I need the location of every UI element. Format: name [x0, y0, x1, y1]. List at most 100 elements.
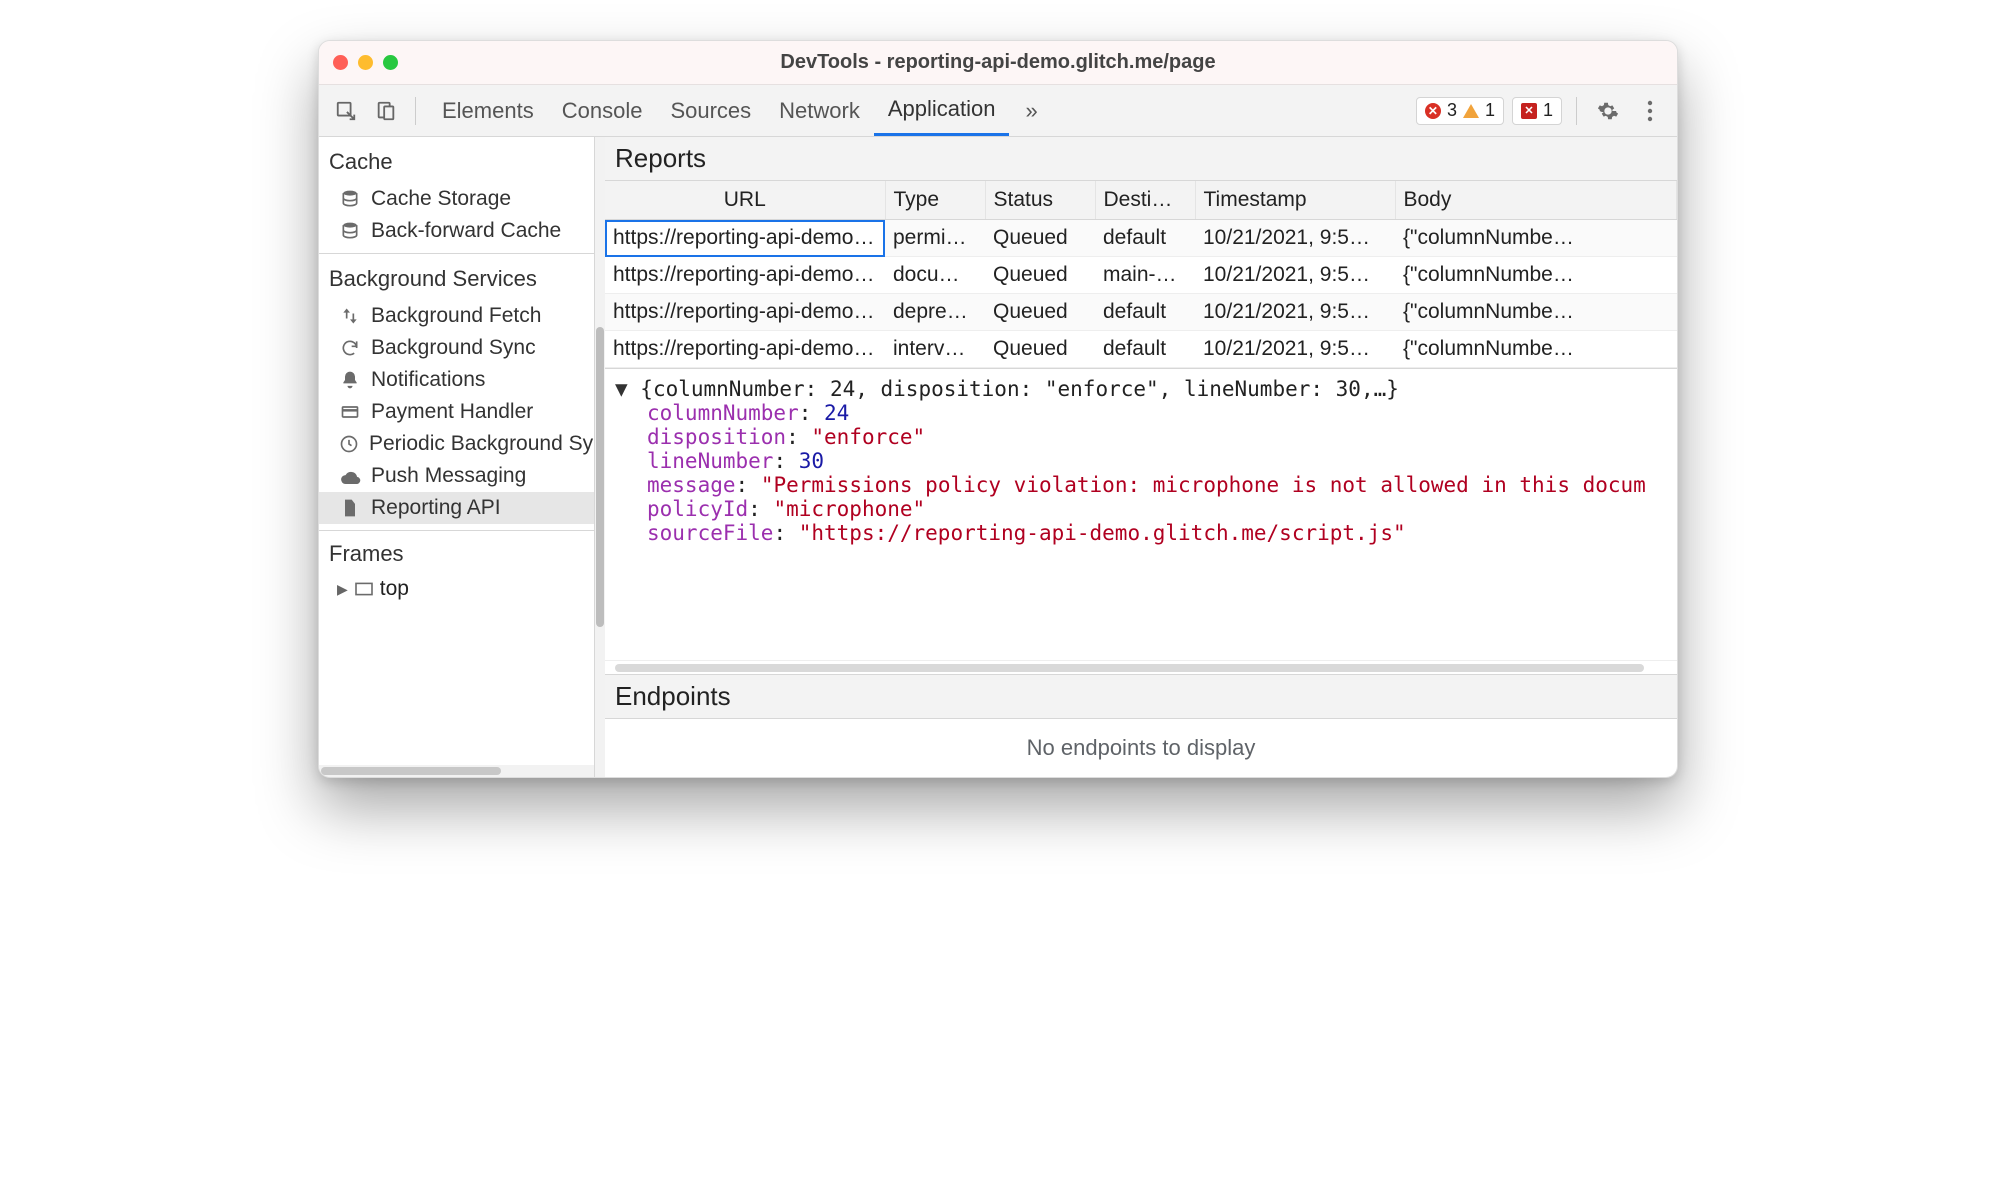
inspect-element-icon[interactable]: [329, 94, 363, 128]
expand-triangle-icon[interactable]: ▶: [337, 581, 348, 598]
minimize-window-button[interactable]: [358, 55, 373, 70]
detail-property-row[interactable]: sourceFile: "https://reporting-api-demo.…: [615, 521, 1667, 545]
sidebar-horizontal-scrollbar[interactable]: [319, 765, 594, 777]
column-header[interactable]: Timestamp: [1195, 181, 1395, 220]
arrows-updown-icon: [339, 305, 361, 327]
detail-property-row[interactable]: message: "Permissions policy violation: …: [615, 473, 1667, 497]
cell-status: Queued: [985, 220, 1095, 257]
maximize-window-button[interactable]: [383, 55, 398, 70]
property-key: columnNumber: [647, 401, 799, 425]
column-header[interactable]: Body: [1395, 181, 1677, 220]
cell-type: docu…: [885, 257, 985, 294]
cell-status: Queued: [985, 257, 1095, 294]
sidebar-item-label: Background Fetch: [371, 304, 541, 328]
frames-title: Frames: [329, 541, 584, 573]
property-value: "microphone": [773, 497, 925, 521]
cell-dest: default: [1095, 220, 1195, 257]
cell-url: https://reporting-api-demo…: [605, 294, 885, 331]
warning-count: 1: [1485, 100, 1495, 121]
tab-sources[interactable]: Sources: [656, 86, 765, 136]
sidebar-item-payment-handler[interactable]: Payment Handler: [319, 396, 594, 428]
tab-label: Application: [888, 96, 996, 122]
sidebar-item-label: Payment Handler: [371, 400, 533, 424]
sidebar-item-cache-storage[interactable]: Cache Storage: [319, 183, 594, 215]
tab-label: Sources: [670, 98, 751, 124]
cell-body: {"columnNumbe…: [1395, 294, 1677, 331]
cell-body: {"columnNumbe…: [1395, 257, 1677, 294]
reports-table: URLTypeStatusDesti…TimestampBody https:/…: [605, 181, 1677, 368]
cell-dest: default: [1095, 331, 1195, 368]
sidebar-item-label: Notifications: [371, 368, 485, 392]
sidebar-item-label: Cache Storage: [371, 187, 511, 211]
report-detail-view: ▼ {columnNumber: 24, disposition: "enfor…: [605, 368, 1677, 660]
sidebar-item-label: Background Sync: [371, 336, 536, 360]
tab-network[interactable]: Network: [765, 86, 874, 136]
table-row[interactable]: https://reporting-api-demo…interv…Queued…: [605, 331, 1677, 368]
column-header[interactable]: Type: [885, 181, 985, 220]
property-value: 24: [824, 401, 849, 425]
cell-ts: 10/21/2021, 9:5…: [1195, 220, 1395, 257]
main-split: CacheCache StorageBack-forward CacheBack…: [319, 137, 1677, 777]
table-row[interactable]: https://reporting-api-demo…depre…Queuedd…: [605, 294, 1677, 331]
column-header[interactable]: Status: [985, 181, 1095, 220]
frame-top-item[interactable]: ▶ top: [329, 573, 584, 605]
column-header[interactable]: URL: [605, 181, 885, 220]
more-tabs-button[interactable]: »: [1015, 98, 1047, 124]
disclosure-triangle-icon[interactable]: ▼: [615, 377, 640, 401]
sidebar-item-background-sync[interactable]: Background Sync: [319, 332, 594, 364]
frames-section: Frames ▶ top: [319, 531, 594, 615]
detail-horizontal-scrollbar[interactable]: [605, 660, 1677, 674]
tab-console[interactable]: Console: [548, 86, 657, 136]
error-count: 3: [1447, 100, 1457, 121]
warning-icon: [1463, 103, 1479, 119]
property-key: lineNumber: [647, 449, 773, 473]
issues-badge[interactable]: ✕ 1: [1512, 97, 1562, 125]
close-window-button[interactable]: [333, 55, 348, 70]
tab-elements[interactable]: Elements: [428, 86, 548, 136]
bell-icon: [339, 369, 361, 391]
cell-ts: 10/21/2021, 9:5…: [1195, 331, 1395, 368]
cell-type: interv…: [885, 331, 985, 368]
table-row[interactable]: https://reporting-api-demo…docu…Queuedma…: [605, 257, 1677, 294]
creditcard-icon: [339, 401, 361, 423]
database-icon: [339, 188, 361, 210]
property-value: "https://reporting-api-demo.glitch.me/sc…: [799, 521, 1406, 545]
sidebar-item-notifications[interactable]: Notifications: [319, 364, 594, 396]
cell-type: permi…: [885, 220, 985, 257]
sidebar-group-title: Background Services: [319, 254, 594, 300]
sidebar-item-push-messaging[interactable]: Push Messaging: [319, 460, 594, 492]
device-toolbar-icon[interactable]: [369, 94, 403, 128]
console-error-warning-badge[interactable]: ✕ 3 1: [1416, 97, 1504, 125]
sidebar-vertical-scrollbar[interactable]: [595, 137, 605, 777]
cell-body: {"columnNumbe…: [1395, 331, 1677, 368]
detail-property-row[interactable]: policyId: "microphone": [615, 497, 1667, 521]
cell-status: Queued: [985, 294, 1095, 331]
property-key: disposition: [647, 425, 786, 449]
sidebar-item-reporting-api[interactable]: Reporting API: [319, 492, 594, 524]
sidebar-item-label: Push Messaging: [371, 464, 526, 488]
detail-property-row[interactable]: disposition: "enforce": [615, 425, 1667, 449]
clock-icon: [339, 433, 359, 455]
titlebar: DevTools - reporting-api-demo.glitch.me/…: [319, 41, 1677, 85]
sidebar-item-back-forward-cache[interactable]: Back-forward Cache: [319, 215, 594, 247]
property-value: "enforce": [811, 425, 925, 449]
column-header[interactable]: Desti…: [1095, 181, 1195, 220]
detail-summary-row[interactable]: ▼ {columnNumber: 24, disposition: "enfor…: [615, 377, 1667, 401]
property-value: "Permissions policy violation: microphon…: [761, 473, 1646, 497]
sidebar-item-label: Back-forward Cache: [371, 219, 561, 243]
reports-panel-title: Reports: [605, 137, 1677, 181]
tab-application[interactable]: Application: [874, 86, 1010, 136]
property-key: message: [647, 473, 736, 497]
cell-dest: default: [1095, 294, 1195, 331]
tab-label: Network: [779, 98, 860, 124]
sidebar-item-label: Periodic Background Sync: [369, 432, 594, 456]
detail-property-row[interactable]: lineNumber: 30: [615, 449, 1667, 473]
sidebar-item-background-fetch[interactable]: Background Fetch: [319, 300, 594, 332]
error-icon: ✕: [1425, 103, 1441, 119]
detail-property-row[interactable]: columnNumber: 24: [615, 401, 1667, 425]
sidebar-item-periodic-background-sync[interactable]: Periodic Background Sync: [319, 428, 594, 460]
table-row[interactable]: https://reporting-api-demo…permi…Queuedd…: [605, 220, 1677, 257]
cell-body: {"columnNumbe…: [1395, 220, 1677, 257]
more-options-icon[interactable]: [1633, 94, 1667, 128]
settings-gear-icon[interactable]: [1591, 94, 1625, 128]
